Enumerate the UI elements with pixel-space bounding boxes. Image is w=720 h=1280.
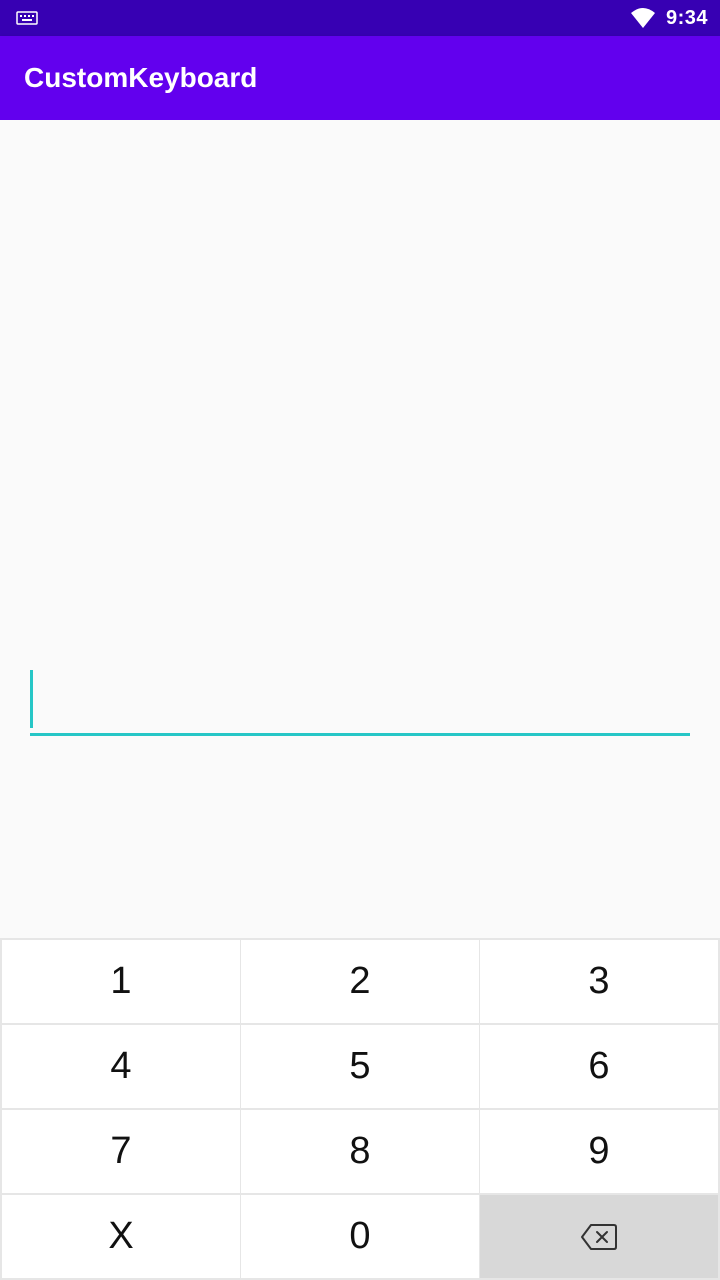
custom-keyboard: 1 2 3 4 5 6 7 8 9 X 0 xyxy=(0,938,720,1280)
wifi-icon xyxy=(630,7,656,29)
key-9[interactable]: 9 xyxy=(480,1110,718,1193)
app-title: CustomKeyboard xyxy=(24,62,258,93)
key-6[interactable]: 6 xyxy=(480,1025,718,1108)
key-8[interactable]: 8 xyxy=(241,1110,479,1193)
number-input-field[interactable] xyxy=(30,668,690,736)
backspace-key[interactable] xyxy=(480,1195,718,1278)
key-4[interactable]: 4 xyxy=(2,1025,240,1108)
status-bar: 9:34 xyxy=(0,0,720,36)
key-2[interactable]: 2 xyxy=(241,940,479,1023)
backspace-icon xyxy=(580,1223,618,1251)
app-bar: CustomKeyboard xyxy=(0,36,720,120)
keyboard-icon xyxy=(16,10,38,26)
key-0[interactable]: 0 xyxy=(241,1195,479,1278)
key-7[interactable]: 7 xyxy=(2,1110,240,1193)
key-x[interactable]: X xyxy=(2,1195,240,1278)
status-right: 9:34 xyxy=(630,0,708,36)
main-content xyxy=(0,120,720,940)
text-cursor xyxy=(30,670,33,728)
key-1[interactable]: 1 xyxy=(2,940,240,1023)
key-3[interactable]: 3 xyxy=(480,940,718,1023)
status-time: 9:34 xyxy=(665,6,708,29)
key-5[interactable]: 5 xyxy=(241,1025,479,1108)
